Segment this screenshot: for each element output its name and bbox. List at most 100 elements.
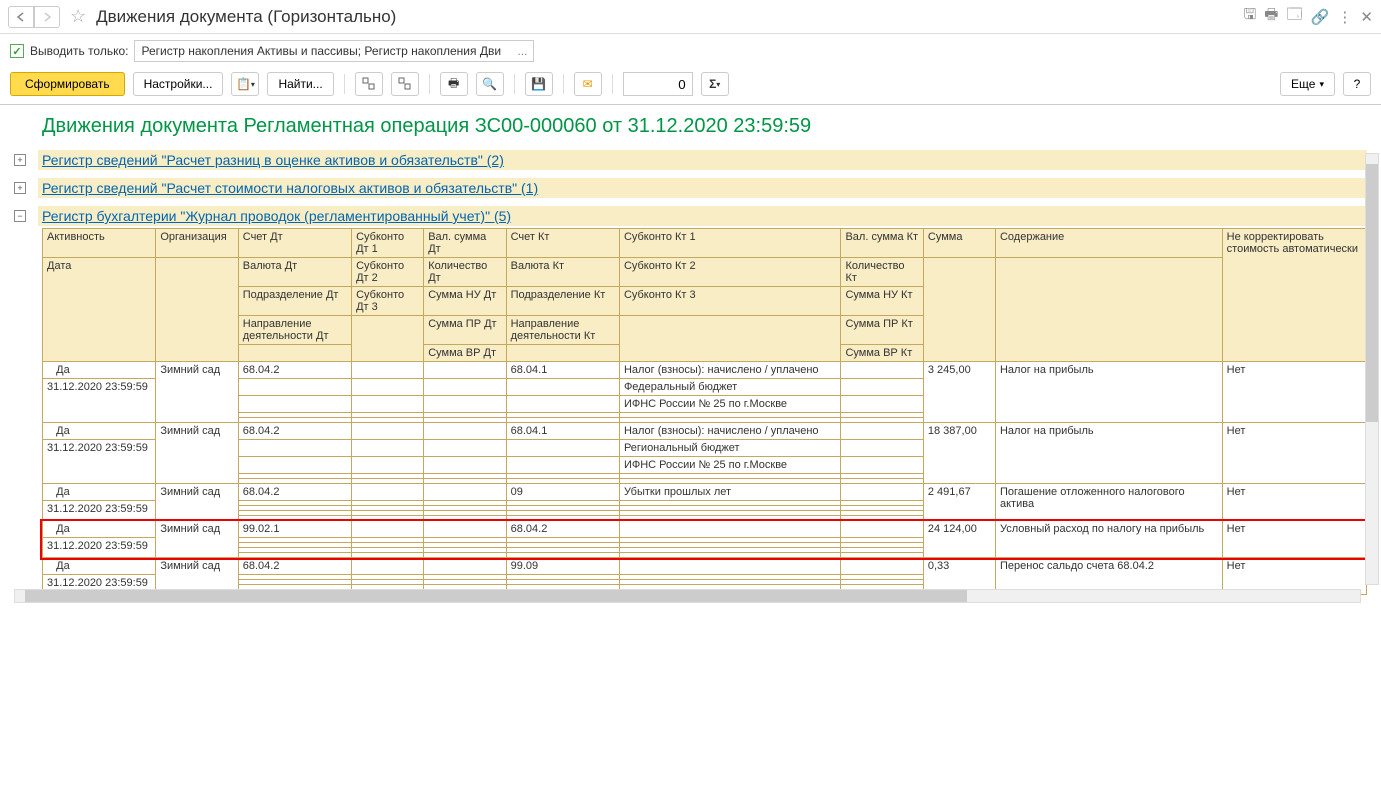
register-link-1[interactable]: Регистр сведений "Расчет разниц в оценке…	[42, 152, 504, 168]
table-cell	[424, 457, 506, 474]
th-sub-dt3: Субконто Дт 3	[352, 287, 424, 316]
page-title: Движения документа (Горизонтально)	[96, 7, 396, 27]
table-cell	[841, 521, 923, 538]
table-cell: Да	[43, 521, 156, 538]
filter-input[interactable]: Регистр накопления Активы и пассивы; Рег…	[134, 40, 534, 62]
th-qty-kt: Количество Кт	[841, 258, 923, 287]
th-sumnu-dt: Сумма НУ Дт	[424, 287, 506, 316]
table-cell: Да	[43, 362, 156, 379]
report-area: Движения документа Регламентная операция…	[0, 105, 1381, 605]
table-cell	[238, 379, 351, 396]
table-cell: Да	[43, 423, 156, 440]
register-link-3[interactable]: Регистр бухгалтерии "Журнал проводок (ре…	[42, 208, 511, 224]
table-cell: 68.04.2	[238, 558, 351, 575]
table-cell	[841, 362, 923, 379]
table-cell: Погашение отложенного налогового актива	[995, 484, 1222, 521]
settings-button[interactable]: Настройки...	[133, 72, 224, 96]
table-cell	[352, 423, 424, 440]
help-button[interactable]: ?	[1343, 72, 1371, 96]
table-cell: Зимний сад	[156, 423, 238, 484]
save-disk-icon[interactable]: 💾	[525, 72, 553, 96]
table-cell	[352, 396, 424, 413]
generate-button[interactable]: Сформировать	[10, 72, 125, 96]
save-icon[interactable]: 🖫	[1244, 4, 1257, 29]
table-cell	[424, 423, 506, 440]
th-sub-dt2: Субконто Дт 2	[352, 258, 424, 287]
table-cell: 99.02.1	[238, 521, 351, 538]
table-cell: 18 387,00	[923, 423, 995, 484]
filter-value: Регистр накопления Активы и пассивы; Рег…	[141, 44, 501, 58]
th-acc-dt: Счет Дт	[238, 229, 351, 258]
register-link-2[interactable]: Регистр сведений "Расчет стоимости налог…	[42, 180, 538, 196]
th-sumpr-dt: Сумма ПР Дт	[424, 316, 506, 345]
table-cell: Региональный бюджет	[619, 440, 841, 457]
separator	[514, 74, 515, 94]
table-cell: Налог на прибыль	[995, 362, 1222, 423]
table-row[interactable]: ДаЗимний сад68.04.268.04.1Налог (взносы)…	[43, 423, 1367, 440]
th-valsum-kt: Вал. сумма Кт	[841, 229, 923, 258]
th-dept-dt: Подразделение Дт	[238, 287, 351, 316]
table-cell: Нет	[1222, 423, 1366, 484]
find-button[interactable]: Найти...	[267, 72, 333, 96]
th-cur-dt: Валюта Дт	[238, 258, 351, 287]
table-row[interactable]: ДаЗимний сад99.02.168.04.224 124,00Услов…	[43, 521, 1367, 538]
number-input[interactable]	[623, 72, 693, 96]
table-cell: Да	[43, 558, 156, 575]
collapse-button[interactable]: −	[14, 210, 26, 222]
table-cell: 68.04.2	[238, 484, 351, 501]
paste-icon[interactable]: 📋▾	[231, 72, 259, 96]
table-cell	[352, 362, 424, 379]
expand-button[interactable]: +	[14, 182, 26, 194]
print-icon[interactable]: 🖶	[1264, 4, 1278, 29]
print-preview-button[interactable]: 🔍	[476, 72, 504, 96]
table-cell	[506, 440, 619, 457]
table-cell: 24 124,00	[923, 521, 995, 558]
more-button[interactable]: Еще ▾	[1280, 72, 1335, 96]
sum-icon[interactable]: Σ▾	[701, 72, 729, 96]
table-cell: ИФНС России № 25 по г.Москве	[619, 457, 841, 474]
table-cell	[841, 440, 923, 457]
table-cell: Нет	[1222, 521, 1366, 558]
output-only-label: Выводить только:	[30, 44, 128, 58]
table-cell	[424, 484, 506, 501]
expand-tree-icon[interactable]	[355, 72, 383, 96]
favorite-star-icon[interactable]: ☆	[70, 6, 86, 27]
nav-forward-button[interactable]	[34, 6, 60, 28]
horizontal-scrollbar[interactable]	[14, 589, 1361, 603]
table-cell: 68.04.1	[506, 423, 619, 440]
output-only-checkbox[interactable]: ✓	[10, 44, 24, 58]
table-cell: 09	[506, 484, 619, 501]
table-cell: Условный расход по налогу на прибыль	[995, 521, 1222, 558]
email-icon[interactable]: ✉	[574, 72, 602, 96]
nav-back-button[interactable]	[8, 6, 34, 28]
table-cell	[841, 484, 923, 501]
separator	[429, 74, 430, 94]
table-cell	[841, 396, 923, 413]
table-row[interactable]: ДаЗимний сад68.04.299.090,33Перенос саль…	[43, 558, 1367, 575]
table-cell	[506, 457, 619, 474]
th-valsum-dt: Вал. сумма Дт	[424, 229, 506, 258]
vertical-scrollbar[interactable]	[1365, 153, 1379, 585]
table-cell: Налог (взносы): начислено / уплачено	[619, 362, 841, 379]
preview-icon[interactable]: 🗔	[1286, 4, 1302, 29]
table-cell	[424, 558, 506, 575]
expand-button[interactable]: +	[14, 154, 26, 166]
close-icon[interactable]: ✕	[1360, 8, 1373, 26]
filter-bar: ✓ Выводить только: Регистр накопления Ак…	[0, 34, 1381, 68]
table-cell	[841, 379, 923, 396]
link-icon[interactable]: 🔗	[1311, 8, 1330, 26]
table-row[interactable]: ДаЗимний сад68.04.268.04.1Налог (взносы)…	[43, 362, 1367, 379]
print-button[interactable]: 🖶	[440, 72, 468, 96]
table-cell: 31.12.2020 23:59:59	[43, 501, 156, 521]
table-cell	[619, 558, 841, 575]
table-cell: Зимний сад	[156, 484, 238, 521]
th-dir-dt: Направление деятельности Дт	[238, 316, 351, 345]
th-dept-kt: Подразделение Кт	[506, 287, 619, 316]
filter-more-icon[interactable]: ...	[517, 44, 527, 58]
table-cell	[506, 379, 619, 396]
th-date: Дата	[43, 258, 156, 362]
collapse-tree-icon[interactable]	[391, 72, 419, 96]
table-cell: Зимний сад	[156, 362, 238, 423]
more-menu-icon[interactable]: ⋮	[1337, 8, 1352, 26]
table-row[interactable]: ДаЗимний сад68.04.209Убытки прошлых лет2…	[43, 484, 1367, 501]
